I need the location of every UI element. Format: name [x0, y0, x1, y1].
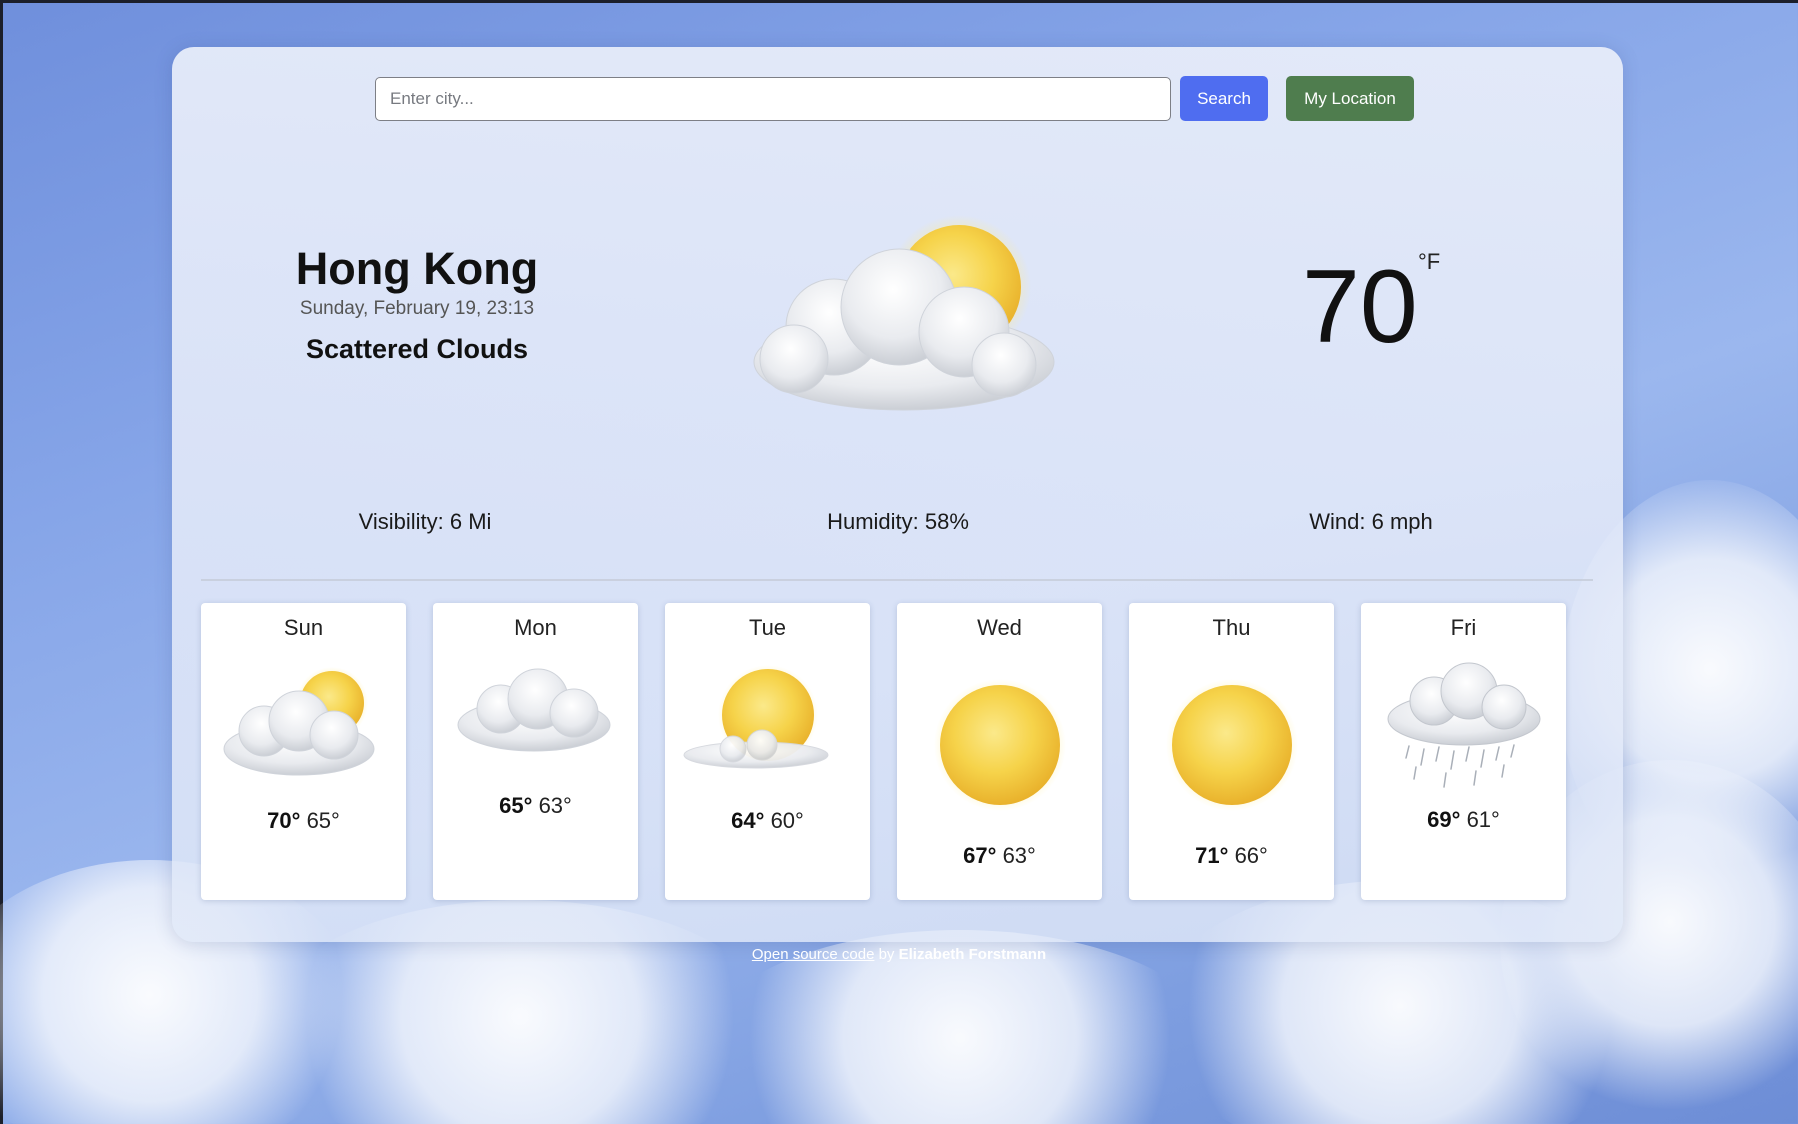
forecast-day-name: Sun: [283, 615, 324, 640]
forecast-temps: 69° 61°: [1361, 807, 1566, 833]
forecast-temps: 71° 66°: [1129, 843, 1334, 869]
city-search-input[interactable]: [375, 76, 1171, 121]
forecast-day-card: Thu 71° 66°: [1129, 603, 1334, 900]
forecast-day-name: Tue: [748, 615, 787, 640]
forecast-high: 65°: [499, 793, 533, 818]
current-datetime: Sunday, February 19, 23:13: [299, 298, 535, 319]
forecast-day-card: Fri 69° 61°: [1361, 603, 1566, 900]
city-name: Hong Kong: [295, 243, 539, 294]
weather-description: Scattered Clouds: [305, 334, 529, 364]
sun-icon: [1142, 675, 1322, 825]
forecast-day-card: Sun 70° 65°: [201, 603, 406, 900]
footer-author: Elizabeth Forstmann: [898, 946, 1047, 963]
my-location-button[interactable]: My Location: [1286, 76, 1414, 121]
sun-icon: [910, 675, 1090, 825]
temperature-unit: °F: [1418, 249, 1441, 274]
forecast-high: 71°: [1195, 843, 1229, 868]
forecast-low: 61°: [1466, 807, 1500, 832]
footer-by-text: by: [878, 946, 895, 963]
open-source-link[interactable]: Open source code: [752, 946, 875, 963]
sun-behind-cloud-icon: [214, 663, 394, 813]
forecast-day-card: Mon 65° 63°: [433, 603, 638, 900]
forecast-day-name: Wed: [977, 615, 1022, 640]
forecast-temps: 70° 65°: [201, 808, 406, 834]
forecast-high: 70°: [267, 808, 301, 833]
forecast-low: 66°: [1234, 843, 1268, 868]
forecast-low: 63°: [538, 793, 572, 818]
forecast-temps: 65° 63°: [433, 793, 638, 819]
temperature-value: 70: [1302, 249, 1418, 365]
forecast-day-card: Wed 67° 63°: [897, 603, 1102, 900]
sun-with-small-cloud-icon: [678, 663, 858, 813]
forecast-temps: 64° 60°: [665, 808, 870, 834]
forecast-day-name: Mon: [514, 615, 557, 640]
forecast-high: 69°: [1427, 807, 1461, 832]
section-divider: [201, 579, 1593, 581]
forecast-low: 65°: [306, 808, 340, 833]
forecast-day-card: Tue 64° 60°: [665, 603, 870, 900]
weather-card: Search My Location Hong Kong Sunday, Feb…: [172, 47, 1623, 942]
forecast-day-name: Thu: [1212, 615, 1251, 640]
humidity-stat: Humidity: 58%: [827, 509, 969, 534]
forecast-day-name: Fri: [1450, 615, 1477, 640]
forecast-high: 67°: [963, 843, 997, 868]
rain-cloud-icon: [1374, 661, 1554, 811]
wind-stat: Wind: 6 mph: [1309, 509, 1433, 534]
forecast-low: 63°: [1002, 843, 1036, 868]
cloud-icon: [446, 663, 626, 813]
visibility-stat: Visibility: 6 Mi: [358, 509, 492, 534]
window-frame-top: [0, 0, 1798, 3]
forecast-list: Sun 70° 65° Mon 65° 63° Tue 64° 60° Wed …: [201, 603, 1566, 900]
forecast-temps: 67° 63°: [897, 843, 1102, 869]
sun-behind-cloud-icon: [734, 187, 1074, 437]
forecast-low: 60°: [770, 808, 804, 833]
search-bar: Search My Location: [375, 76, 1414, 121]
current-location-block: Hong Kong Sunday, February 19, 23:13 Sca…: [232, 243, 602, 365]
footer: Open source code by Elizabeth Forstmann: [0, 946, 1798, 963]
search-button[interactable]: Search: [1180, 76, 1268, 121]
forecast-high: 64°: [731, 808, 765, 833]
